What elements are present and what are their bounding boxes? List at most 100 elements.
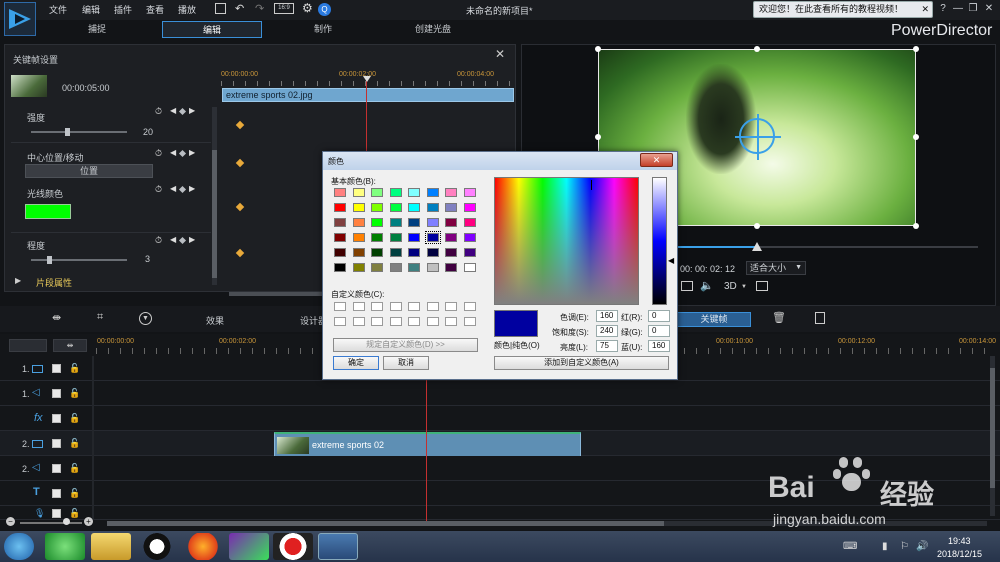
tab-produce[interactable]: 制作 (273, 21, 373, 38)
degree-slider[interactable] (31, 259, 127, 261)
tools-dropdown-icon[interactable]: ▼ (139, 312, 152, 325)
color-swatch[interactable] (371, 233, 383, 242)
chevron-down-icon[interactable]: ▼ (741, 284, 747, 290)
color-swatch[interactable] (389, 188, 402, 197)
timeline-clip[interactable]: extreme sports 02 (274, 432, 581, 456)
next-keyframe-icon[interactable]: ▶ (189, 184, 195, 193)
track-enable-checkbox[interactable] (52, 414, 61, 423)
designer-button[interactable]: 设计器 (300, 314, 322, 327)
custom-color-swatch[interactable] (408, 302, 420, 311)
lock-icon[interactable]: 🔓 (69, 508, 80, 519)
menu-playback[interactable]: 播放 (178, 3, 196, 16)
color-swatch[interactable] (334, 203, 346, 212)
tray-battery-icon[interactable]: ▮ (882, 541, 888, 552)
cancel-button[interactable]: 取消 (383, 356, 429, 370)
custom-color-swatch[interactable] (352, 302, 365, 311)
add-keyframe-icon[interactable] (178, 149, 187, 158)
color-swatch[interactable] (463, 233, 476, 242)
color-swatch[interactable] (445, 248, 457, 257)
clip-bar[interactable]: extreme sports 02.jpg (222, 88, 514, 102)
custom-color-swatch[interactable] (389, 302, 402, 311)
luminance-arrow-icon[interactable]: ◀ (668, 256, 674, 265)
tab-capture[interactable]: 捕捉 (47, 21, 147, 38)
lock-icon[interactable]: 🔓 (69, 463, 80, 474)
reset-icon[interactable]: ⏱ (155, 184, 162, 195)
undo-icon[interactable]: ↶ (235, 2, 244, 15)
keyframe-marker[interactable] (235, 202, 245, 212)
prev-keyframe-icon[interactable]: ◀ (170, 106, 176, 115)
custom-color-swatch[interactable] (371, 302, 383, 311)
color-swatch[interactable] (424, 231, 441, 244)
color-swatch[interactable] (426, 263, 439, 272)
resize-handle[interactable] (913, 134, 919, 140)
snapshot-icon[interactable] (681, 281, 693, 291)
color-swatch[interactable] (408, 203, 420, 212)
next-keyframe-icon[interactable]: ▶ (189, 106, 195, 115)
custom-color-swatch[interactable] (463, 317, 476, 326)
color-swatch[interactable] (426, 203, 439, 212)
color-swatch[interactable] (389, 203, 402, 212)
menu-edit[interactable]: 编辑 (82, 3, 100, 16)
crop-icon[interactable]: ⌗ (97, 311, 103, 324)
file-explorer-icon[interactable] (91, 533, 131, 560)
custom-color-swatch[interactable] (426, 317, 439, 326)
color-swatch[interactable] (463, 188, 476, 197)
custom-color-swatch[interactable] (334, 317, 346, 326)
color-swatch[interactable] (463, 218, 476, 227)
fit-size-dropdown[interactable]: 适合大小 ▼ (746, 261, 806, 275)
undock-icon[interactable] (756, 281, 768, 291)
color-swatch[interactable] (463, 248, 476, 257)
recorder-icon[interactable] (273, 533, 313, 560)
color-swatch[interactable] (426, 218, 439, 227)
custom-color-swatch[interactable] (371, 317, 383, 326)
color-spectrum[interactable] (494, 177, 639, 305)
start-button[interactable] (4, 533, 34, 560)
keyframe-marker[interactable] (235, 158, 245, 168)
effects-button[interactable]: 效果 (206, 314, 224, 327)
color-swatch[interactable] (371, 218, 383, 227)
luminance-bar[interactable] (652, 177, 667, 305)
zoom-in-icon[interactable]: + (84, 517, 93, 526)
add-to-custom-colors-button[interactable]: 添加到自定义颜色(A) (494, 356, 669, 370)
timeline-scrollbar-thumb[interactable] (107, 521, 664, 526)
tab-create-disc[interactable]: 创建光盘 (383, 21, 483, 38)
red-field[interactable]: 0 (648, 310, 670, 322)
color-swatch[interactable] (352, 188, 365, 197)
lock-icon[interactable]: 🔓 (69, 363, 80, 374)
app-green-icon[interactable] (229, 533, 269, 560)
track-enable-checkbox[interactable] (52, 464, 61, 473)
horizontal-scrollbar[interactable] (229, 292, 329, 296)
powerdirector-taskbar-icon[interactable] (318, 533, 358, 560)
resize-handle[interactable] (754, 46, 760, 52)
reset-icon[interactable]: ⏱ (155, 235, 162, 246)
prev-keyframe-icon[interactable]: ◀ (170, 184, 176, 193)
custom-color-swatch[interactable] (445, 302, 457, 311)
color-swatch[interactable] (334, 263, 346, 272)
color-swatch[interactable] (445, 233, 457, 242)
minimize-icon[interactable]: — (951, 3, 965, 15)
strength-slider[interactable] (31, 131, 127, 133)
keyframe-button[interactable]: 关键帧 (677, 312, 751, 327)
banner-close-icon[interactable]: ✕ (921, 2, 929, 17)
delete-icon[interactable]: 🗑 (772, 311, 786, 324)
welcome-banner[interactable]: 欢迎您！在此查看所有的教程视频！ ✕ (753, 1, 933, 18)
light-color-swatch[interactable] (25, 204, 71, 219)
add-keyframe-icon[interactable] (178, 107, 187, 116)
firefox-icon[interactable] (183, 533, 223, 560)
color-swatch[interactable] (463, 263, 476, 272)
resize-handle[interactable] (754, 223, 760, 229)
color-swatch[interactable] (445, 218, 457, 227)
define-custom-colors-button[interactable]: 规定自定义颜色(D) >> (333, 338, 478, 352)
color-swatch[interactable] (463, 203, 476, 212)
color-swatch[interactable] (371, 188, 383, 197)
app-360-icon[interactable] (45, 533, 85, 560)
custom-color-swatch[interactable] (463, 302, 476, 311)
scrubber-knob[interactable] (752, 242, 762, 251)
save-icon[interactable] (215, 3, 226, 14)
strength-slider-knob[interactable] (65, 128, 70, 136)
color-swatch[interactable] (334, 233, 346, 242)
clip-properties-label[interactable]: 片段属性 (36, 276, 72, 289)
lock-icon[interactable]: 🔓 (69, 413, 80, 424)
color-swatch[interactable] (352, 203, 365, 212)
add-keyframe-icon[interactable] (178, 185, 187, 194)
